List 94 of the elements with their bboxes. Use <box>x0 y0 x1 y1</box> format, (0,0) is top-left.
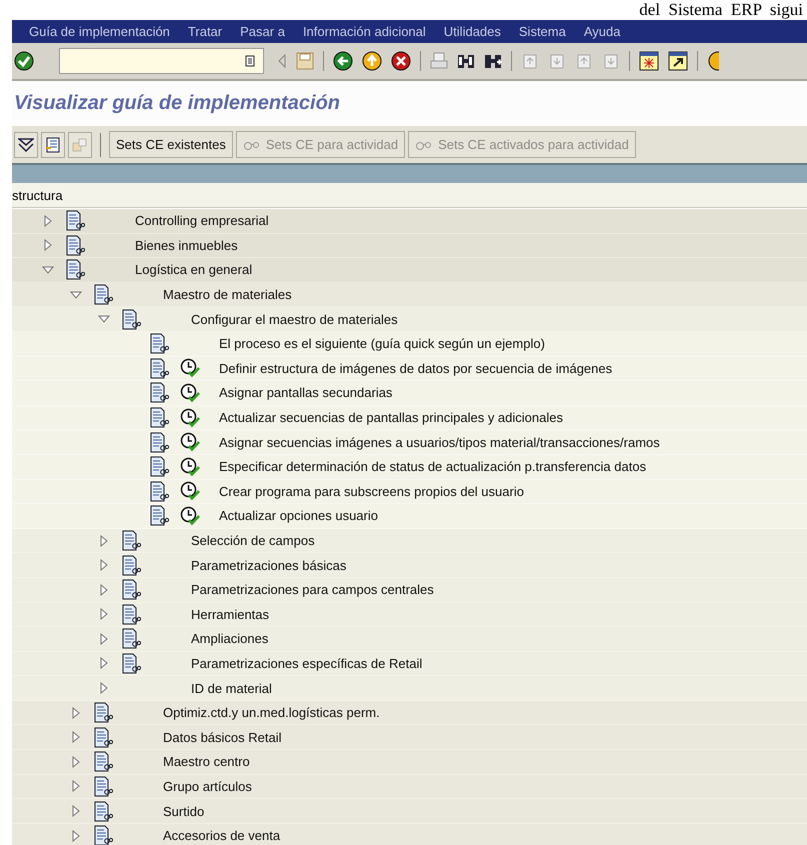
tree-node-label[interactable]: Herramientas <box>191 606 270 622</box>
command-field[interactable] <box>59 48 264 74</box>
tree-node-label[interactable]: Logística en general <box>135 262 252 278</box>
menu-item[interactable]: Guía de implementación <box>29 24 188 39</box>
document-glasses-icon[interactable] <box>94 825 113 845</box>
document-glasses-icon[interactable] <box>94 800 113 822</box>
filter-icon-button[interactable] <box>14 132 38 158</box>
binoculars-icon[interactable] <box>457 52 475 70</box>
document-glasses-icon[interactable] <box>150 480 169 502</box>
binoculars-plus-icon[interactable] <box>484 52 502 70</box>
tree-node-label[interactable]: Surtido <box>163 804 204 819</box>
expand-triangle-icon[interactable] <box>98 559 110 572</box>
tree-node-label[interactable]: Parametrizaciones básicas <box>191 558 346 573</box>
collapse-triangle-icon[interactable] <box>42 264 54 276</box>
document-glasses-icon[interactable] <box>150 456 169 478</box>
sets-button[interactable]: Sets CE existentes <box>109 131 233 158</box>
document-glasses-icon[interactable] <box>94 776 113 797</box>
document-glasses-icon[interactable] <box>94 751 113 772</box>
expand-triangle-icon[interactable] <box>98 682 110 694</box>
document-glasses-icon[interactable] <box>122 604 141 625</box>
document-glasses-icon[interactable] <box>122 554 141 576</box>
tree-node-label[interactable]: Parametrizaciones específicas de Retail <box>191 656 422 671</box>
document-glasses-icon[interactable] <box>94 284 113 306</box>
document-caption: del Sistema ERP sigui <box>639 0 804 20</box>
tree-node-label[interactable]: Maestro de materiales <box>163 287 292 302</box>
expand-triangle-icon[interactable] <box>70 731 82 744</box>
expand-triangle-icon[interactable] <box>70 706 82 719</box>
clock-check-icon[interactable] <box>180 481 200 502</box>
menu-item[interactable]: Utilidades <box>444 24 519 39</box>
dropdown-list-icon[interactable] <box>245 55 255 67</box>
tree-node-label[interactable]: Bienes inmuebles <box>135 238 238 253</box>
expand-triangle-icon[interactable] <box>70 805 82 818</box>
cancel-icon[interactable] <box>391 51 411 71</box>
menu-item[interactable]: Información adicional <box>302 24 444 39</box>
document-glasses-icon[interactable] <box>122 579 141 600</box>
clock-check-icon[interactable] <box>180 456 200 477</box>
column-header: structura <box>12 188 63 202</box>
document-glasses-icon[interactable] <box>66 259 85 280</box>
clock-check-icon[interactable] <box>180 432 200 452</box>
clock-check-icon[interactable] <box>180 358 200 378</box>
document-glasses-icon[interactable] <box>150 407 169 428</box>
document-glasses-icon[interactable] <box>150 505 169 526</box>
clock-check-icon[interactable] <box>180 506 200 526</box>
tree-node-label[interactable]: Maestro centro <box>163 754 250 770</box>
expand-triangle-icon[interactable] <box>70 830 82 842</box>
document-glasses-icon[interactable] <box>94 726 113 748</box>
document-glasses-icon[interactable] <box>122 628 141 650</box>
menu-item[interactable]: Ayuda <box>584 24 638 39</box>
document-glasses-icon[interactable] <box>150 333 169 354</box>
tree-node-label[interactable]: Accesorios de venta <box>163 828 280 844</box>
clock-check-icon[interactable] <box>180 382 200 403</box>
shortcut-icon[interactable] <box>668 51 688 71</box>
tree-node-label[interactable]: Parametrizaciones para campos centrales <box>191 582 434 598</box>
boxes-arrow-icon <box>72 136 88 152</box>
tree-node-label[interactable]: Controlling empresarial <box>135 213 269 228</box>
screen-title: Visualizar guía de implementación <box>14 92 340 115</box>
tree-node-label[interactable]: Selección de campos <box>191 533 315 548</box>
tree-node-label[interactable]: Grupo artículos <box>163 778 252 794</box>
collapse-triangle-icon[interactable] <box>98 313 110 326</box>
tree-node-label[interactable]: Datos básicos Retail <box>163 730 282 745</box>
tree-node-label[interactable]: ID de material <box>191 680 272 696</box>
menu-item[interactable]: Pasar a <box>240 24 303 39</box>
expand-triangle-icon[interactable] <box>42 214 54 227</box>
document-glasses-icon[interactable] <box>150 358 169 379</box>
document-glasses-icon[interactable] <box>122 308 141 330</box>
expand-triangle-icon[interactable] <box>98 584 110 596</box>
filter-icon <box>18 138 34 152</box>
expand-triangle-icon[interactable] <box>98 657 110 670</box>
document-glasses-icon[interactable] <box>94 702 113 724</box>
document-glasses-icon[interactable] <box>150 432 169 453</box>
tree-node-label[interactable]: Optimiz.ctd.y un.med.logísticas perm. <box>163 705 380 720</box>
menu-item[interactable]: Tratar <box>188 24 240 39</box>
menu-item[interactable]: Sistema <box>518 24 584 39</box>
document-glasses-icon[interactable] <box>66 234 85 256</box>
tree-node-label[interactable]: Asignar pantallas secundarias <box>219 385 392 400</box>
save-icon[interactable] <box>296 52 314 70</box>
document-glasses-icon[interactable] <box>66 210 85 232</box>
document-glasses-icon[interactable] <box>122 652 141 674</box>
expand-triangle-icon[interactable] <box>70 756 82 768</box>
expand-triangle-icon[interactable] <box>70 780 82 792</box>
document-icon-button[interactable] <box>41 132 65 158</box>
tree-node-label[interactable]: Ampliaciones <box>191 631 268 646</box>
expand-triangle-icon[interactable] <box>98 534 110 547</box>
new-session-icon[interactable] <box>639 51 659 71</box>
enter-check-icon[interactable] <box>14 51 34 71</box>
document-glasses-icon[interactable] <box>150 382 169 404</box>
tree-node-label[interactable]: Actualizar opciones usuario <box>219 508 378 524</box>
collapse-triangle-icon[interactable] <box>70 288 82 301</box>
document-glasses-icon[interactable] <box>122 530 141 552</box>
expand-triangle-icon[interactable] <box>98 632 110 645</box>
tree-node-label[interactable]: Configurar el maestro de materiales <box>191 312 398 327</box>
clock-check-icon[interactable] <box>180 408 200 428</box>
expand-triangle-icon[interactable] <box>98 608 110 620</box>
expand-triangle-icon[interactable] <box>42 239 54 252</box>
